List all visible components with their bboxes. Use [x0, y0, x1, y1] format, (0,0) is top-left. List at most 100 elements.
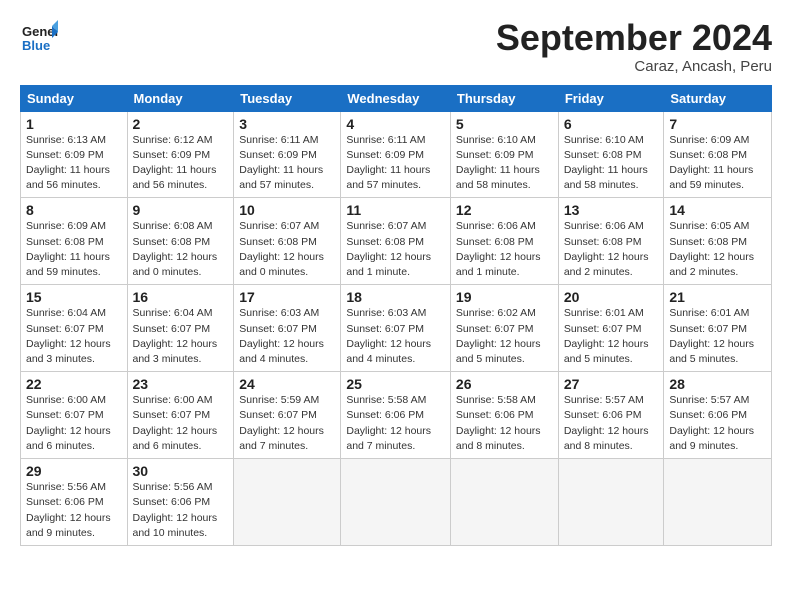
day-number: 8	[26, 202, 122, 218]
calendar-cell: 2Sunrise: 6:12 AMSunset: 6:09 PMDaylight…	[127, 111, 234, 198]
day-info: Sunrise: 6:05 AMSunset: 6:08 PMDaylight:…	[669, 219, 766, 280]
calendar-cell: 28Sunrise: 5:57 AMSunset: 6:06 PMDayligh…	[664, 372, 772, 459]
day-number: 29	[26, 463, 122, 479]
calendar-cell: 19Sunrise: 6:02 AMSunset: 6:07 PMDayligh…	[450, 285, 558, 372]
day-number: 18	[346, 289, 445, 305]
day-info: Sunrise: 6:08 AMSunset: 6:08 PMDaylight:…	[133, 219, 229, 280]
day-number: 1	[26, 116, 122, 132]
calendar-cell: 14Sunrise: 6:05 AMSunset: 6:08 PMDayligh…	[664, 198, 772, 285]
day-info: Sunrise: 6:09 AMSunset: 6:08 PMDaylight:…	[669, 133, 766, 194]
svg-text:Blue: Blue	[22, 38, 50, 53]
calendar-cell: 18Sunrise: 6:03 AMSunset: 6:07 PMDayligh…	[341, 285, 451, 372]
day-info: Sunrise: 6:02 AMSunset: 6:07 PMDaylight:…	[456, 306, 553, 367]
day-info: Sunrise: 6:11 AMSunset: 6:09 PMDaylight:…	[346, 133, 445, 194]
header-sunday: Sunday	[21, 85, 128, 111]
calendar-cell: 27Sunrise: 5:57 AMSunset: 6:06 PMDayligh…	[558, 372, 664, 459]
day-info: Sunrise: 5:58 AMSunset: 6:06 PMDaylight:…	[346, 393, 445, 454]
day-info: Sunrise: 5:57 AMSunset: 6:06 PMDaylight:…	[669, 393, 766, 454]
page-container: General Blue September 2024 Caraz, Ancas…	[0, 0, 792, 556]
calendar-cell: 11Sunrise: 6:07 AMSunset: 6:08 PMDayligh…	[341, 198, 451, 285]
day-number: 28	[669, 376, 766, 392]
day-info: Sunrise: 6:00 AMSunset: 6:07 PMDaylight:…	[26, 393, 122, 454]
day-number: 3	[239, 116, 335, 132]
day-number: 7	[669, 116, 766, 132]
day-info: Sunrise: 5:56 AMSunset: 6:06 PMDaylight:…	[26, 480, 122, 541]
day-number: 16	[133, 289, 229, 305]
calendar-cell: 8Sunrise: 6:09 AMSunset: 6:08 PMDaylight…	[21, 198, 128, 285]
calendar-cell: 17Sunrise: 6:03 AMSunset: 6:07 PMDayligh…	[234, 285, 341, 372]
calendar-cell: 10Sunrise: 6:07 AMSunset: 6:08 PMDayligh…	[234, 198, 341, 285]
day-number: 10	[239, 202, 335, 218]
day-number: 26	[456, 376, 553, 392]
calendar-week-row: 29Sunrise: 5:56 AMSunset: 6:06 PMDayligh…	[21, 459, 772, 546]
day-number: 24	[239, 376, 335, 392]
logo: General Blue	[20, 18, 58, 61]
calendar-cell: 5Sunrise: 6:10 AMSunset: 6:09 PMDaylight…	[450, 111, 558, 198]
day-info: Sunrise: 6:00 AMSunset: 6:07 PMDaylight:…	[133, 393, 229, 454]
calendar-cell	[341, 459, 451, 546]
calendar-cell: 6Sunrise: 6:10 AMSunset: 6:08 PMDaylight…	[558, 111, 664, 198]
day-info: Sunrise: 6:07 AMSunset: 6:08 PMDaylight:…	[346, 219, 445, 280]
calendar-cell: 3Sunrise: 6:11 AMSunset: 6:09 PMDaylight…	[234, 111, 341, 198]
day-info: Sunrise: 5:56 AMSunset: 6:06 PMDaylight:…	[133, 480, 229, 541]
calendar-cell	[664, 459, 772, 546]
calendar-cell: 22Sunrise: 6:00 AMSunset: 6:07 PMDayligh…	[21, 372, 128, 459]
calendar-cell	[234, 459, 341, 546]
calendar-cell	[450, 459, 558, 546]
day-info: Sunrise: 6:04 AMSunset: 6:07 PMDaylight:…	[133, 306, 229, 367]
day-info: Sunrise: 6:10 AMSunset: 6:08 PMDaylight:…	[564, 133, 659, 194]
day-number: 27	[564, 376, 659, 392]
header-thursday: Thursday	[450, 85, 558, 111]
calendar-week-row: 8Sunrise: 6:09 AMSunset: 6:08 PMDaylight…	[21, 198, 772, 285]
calendar-week-row: 15Sunrise: 6:04 AMSunset: 6:07 PMDayligh…	[21, 285, 772, 372]
day-number: 13	[564, 202, 659, 218]
day-number: 22	[26, 376, 122, 392]
day-number: 12	[456, 202, 553, 218]
calendar-week-row: 1Sunrise: 6:13 AMSunset: 6:09 PMDaylight…	[21, 111, 772, 198]
header: General Blue September 2024 Caraz, Ancas…	[20, 18, 772, 75]
header-saturday: Saturday	[664, 85, 772, 111]
day-number: 17	[239, 289, 335, 305]
day-info: Sunrise: 6:06 AMSunset: 6:08 PMDaylight:…	[456, 219, 553, 280]
header-wednesday: Wednesday	[341, 85, 451, 111]
title-block: September 2024 Caraz, Ancash, Peru	[496, 18, 772, 75]
day-number: 20	[564, 289, 659, 305]
calendar-cell: 20Sunrise: 6:01 AMSunset: 6:07 PMDayligh…	[558, 285, 664, 372]
calendar-cell: 12Sunrise: 6:06 AMSunset: 6:08 PMDayligh…	[450, 198, 558, 285]
day-number: 21	[669, 289, 766, 305]
day-number: 5	[456, 116, 553, 132]
day-info: Sunrise: 5:59 AMSunset: 6:07 PMDaylight:…	[239, 393, 335, 454]
day-info: Sunrise: 6:01 AMSunset: 6:07 PMDaylight:…	[669, 306, 766, 367]
day-number: 25	[346, 376, 445, 392]
day-info: Sunrise: 6:01 AMSunset: 6:07 PMDaylight:…	[564, 306, 659, 367]
calendar-cell: 7Sunrise: 6:09 AMSunset: 6:08 PMDaylight…	[664, 111, 772, 198]
logo-icon: General Blue	[20, 18, 58, 56]
calendar-cell: 13Sunrise: 6:06 AMSunset: 6:08 PMDayligh…	[558, 198, 664, 285]
day-number: 14	[669, 202, 766, 218]
calendar-cell: 30Sunrise: 5:56 AMSunset: 6:06 PMDayligh…	[127, 459, 234, 546]
day-info: Sunrise: 6:04 AMSunset: 6:07 PMDaylight:…	[26, 306, 122, 367]
day-number: 19	[456, 289, 553, 305]
calendar-cell: 24Sunrise: 5:59 AMSunset: 6:07 PMDayligh…	[234, 372, 341, 459]
day-info: Sunrise: 6:09 AMSunset: 6:08 PMDaylight:…	[26, 219, 122, 280]
day-number: 6	[564, 116, 659, 132]
header-friday: Friday	[558, 85, 664, 111]
location: Caraz, Ancash, Peru	[496, 58, 772, 75]
day-number: 15	[26, 289, 122, 305]
day-info: Sunrise: 6:03 AMSunset: 6:07 PMDaylight:…	[239, 306, 335, 367]
month-title: September 2024	[496, 18, 772, 58]
calendar-cell: 1Sunrise: 6:13 AMSunset: 6:09 PMDaylight…	[21, 111, 128, 198]
calendar-cell: 9Sunrise: 6:08 AMSunset: 6:08 PMDaylight…	[127, 198, 234, 285]
day-info: Sunrise: 6:10 AMSunset: 6:09 PMDaylight:…	[456, 133, 553, 194]
day-number: 30	[133, 463, 229, 479]
day-info: Sunrise: 6:03 AMSunset: 6:07 PMDaylight:…	[346, 306, 445, 367]
day-number: 11	[346, 202, 445, 218]
day-number: 9	[133, 202, 229, 218]
calendar-cell: 4Sunrise: 6:11 AMSunset: 6:09 PMDaylight…	[341, 111, 451, 198]
calendar-cell: 16Sunrise: 6:04 AMSunset: 6:07 PMDayligh…	[127, 285, 234, 372]
day-info: Sunrise: 6:07 AMSunset: 6:08 PMDaylight:…	[239, 219, 335, 280]
day-info: Sunrise: 6:06 AMSunset: 6:08 PMDaylight:…	[564, 219, 659, 280]
day-number: 4	[346, 116, 445, 132]
header-tuesday: Tuesday	[234, 85, 341, 111]
header-monday: Monday	[127, 85, 234, 111]
